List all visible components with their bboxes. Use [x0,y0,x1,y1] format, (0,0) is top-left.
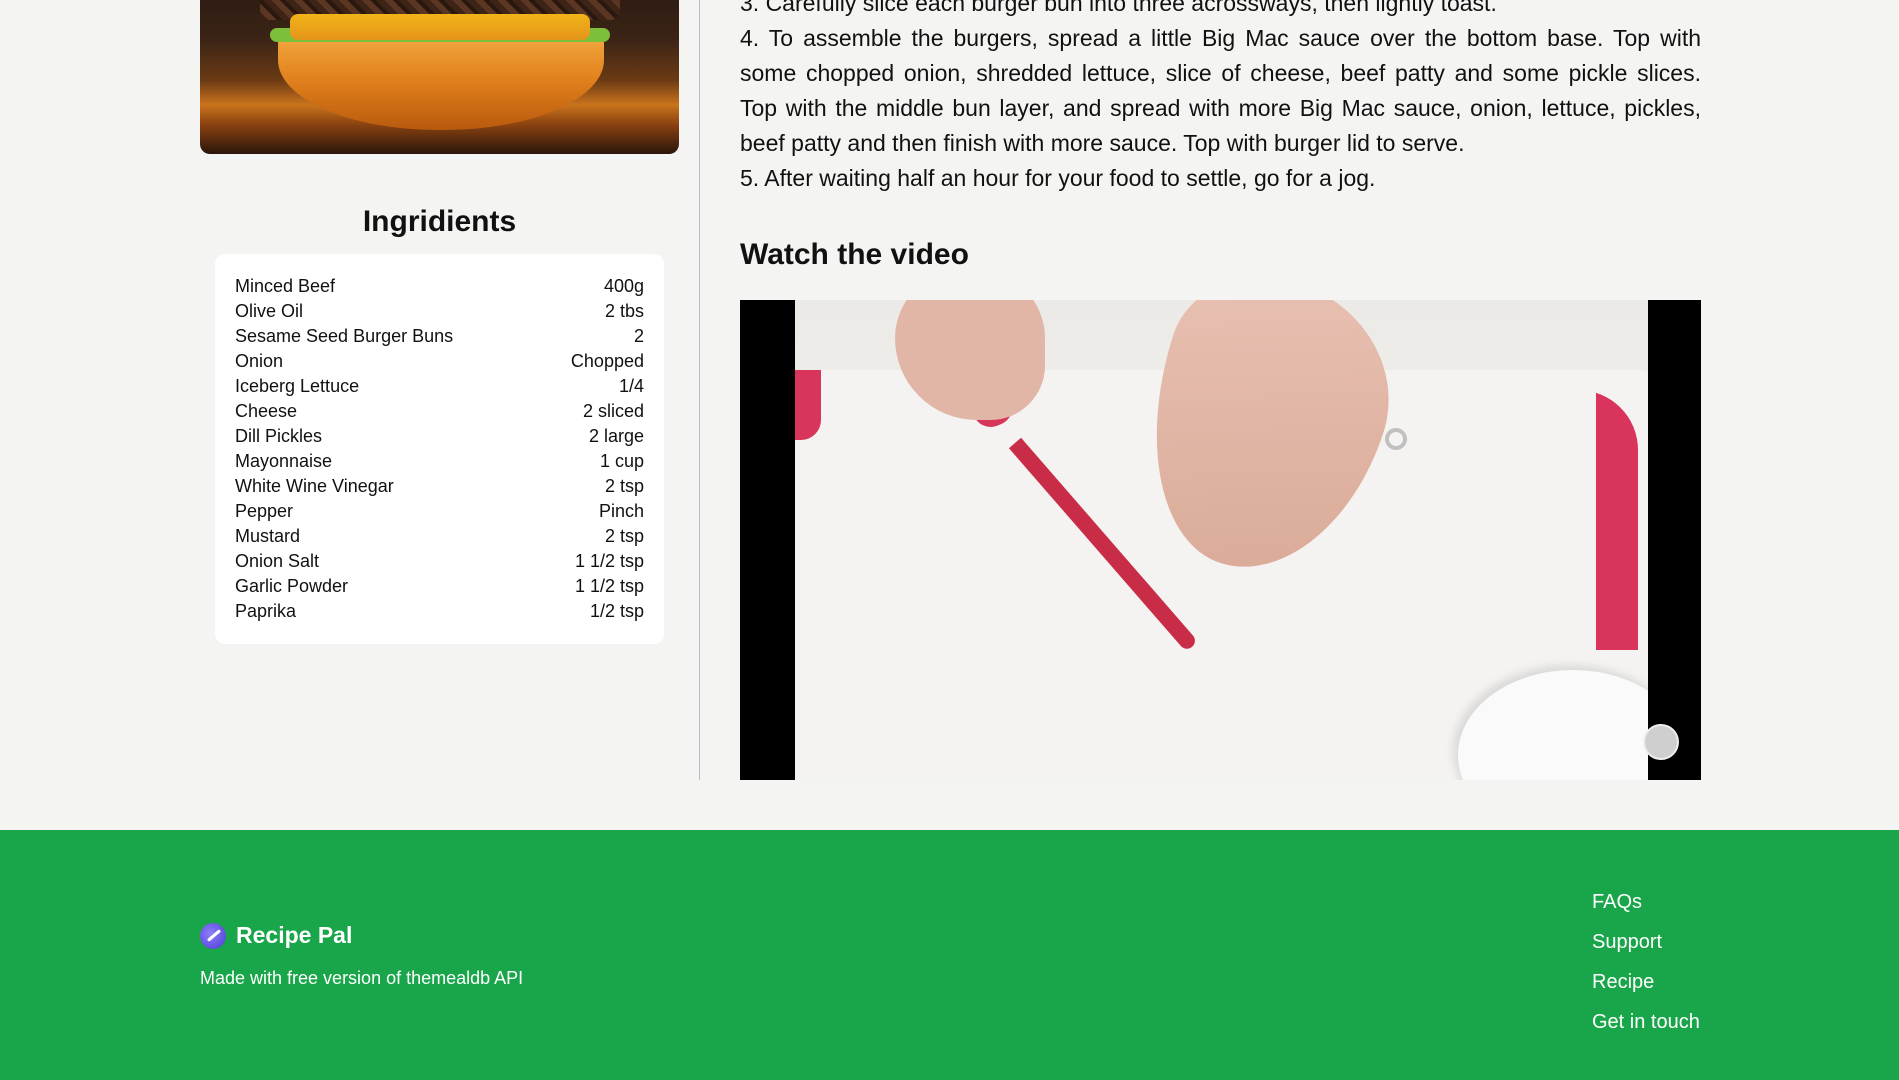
ingredient-name: Cheese [235,401,298,421]
ingredient-measure: Chopped [570,351,644,371]
ingredient-measure: 2 sliced [582,401,644,421]
ingredient-row: Olive Oil 2 tbs [235,299,644,324]
footer-nav: FAQs Support Recipe Get in touch [1592,882,1700,1042]
ingredient-name: Onion Salt [235,551,320,571]
ingredient-measure: 1/4 [618,376,644,396]
ingredient-name: Onion [235,351,284,371]
ingredient-name: Garlic Powder [235,576,349,596]
instruction-step: 5. After waiting half an hour for your f… [740,165,1376,191]
column-divider [699,0,700,780]
ingredient-measure: 400g [603,276,644,296]
burger-bun-graphic [278,42,604,130]
ingredient-measure: 2 tsp [604,526,644,546]
footer-link-faqs[interactable]: FAQs [1592,882,1700,922]
footer-tagline: Made with free version of themealdb API [200,968,524,988]
ring-graphic [1385,428,1407,450]
ingredient-name: Minced Beef [235,276,336,296]
ingredient-measure: 2 [633,326,644,346]
recipe-detail: Ingridients Minced Beef 400g Olive Oil 2 t… [0,0,1899,830]
video-player[interactable] [740,300,1701,780]
ingredient-row: Mayonnaise 1 cup [235,449,644,474]
footer-link-get-in-touch[interactable]: Get in touch [1592,1002,1700,1042]
instruction-step: 4. To assemble the burgers, spread a lit… [740,25,1701,156]
board-rim-graphic [795,370,821,440]
video-title: Watch the video [740,238,969,271]
ingredients-title: Ingridients [362,205,517,238]
channel-watermark-icon[interactable] [1643,724,1679,760]
ingredient-row: Dill Pickles 2 large [235,424,644,449]
site-footer: Recipe Pal Made with free version of the… [0,830,1899,1080]
burger-cheese-graphic [290,14,590,40]
ingredient-measure: Pinch [598,501,644,521]
ingredient-row: Paprika 1/2 tsp [235,599,644,624]
ingredient-name: Dill Pickles [235,426,323,446]
ingredient-row: Minced Beef 400g [235,274,644,299]
ingredient-name: Sesame Seed Burger Buns [235,326,454,346]
ingredient-name: White Wine Vinegar [235,476,394,496]
ingredient-name: Olive Oil [235,301,304,321]
ingredient-name: Paprika [235,601,297,621]
ingredient-measure: 1/2 tsp [589,601,644,621]
ingredient-measure: 1 1/2 tsp [574,551,644,571]
recipe-pal-logo-icon [200,922,226,949]
instruction-step: 3. Carefully slice each burger bun into … [740,0,1497,16]
footer-brand[interactable]: Recipe Pal [200,922,352,949]
ingredient-measure: 1 cup [599,451,644,471]
ingredient-row: Onion Salt 1 1/2 tsp [235,549,644,574]
instructions: 3. Carefully slice each burger bun into … [740,0,1701,196]
ingredient-row: Mustard 2 tsp [235,524,644,549]
ingredient-name: Mayonnaise [235,451,333,471]
recipe-image [200,0,679,154]
video-thumbnail[interactable] [795,300,1648,780]
brand-name: Recipe Pal [236,922,353,948]
ingredient-row: White Wine Vinegar 2 tsp [235,474,644,499]
ingredient-row: Sesame Seed Burger Buns 2 [235,324,644,349]
footer-link-support[interactable]: Support [1592,922,1700,962]
ingredient-measure: 1 1/2 tsp [574,576,644,596]
ingredient-row: Pepper Pinch [235,499,644,524]
ingredient-row: Garlic Powder 1 1/2 tsp [235,574,644,599]
ingredient-row: Iceberg Lettuce 1/4 [235,374,644,399]
ingredient-measure: 2 tbs [604,301,644,321]
ingredient-name: Mustard [235,526,301,546]
ingredient-row: Onion Chopped [235,349,644,374]
ingredient-name: Pepper [235,501,294,521]
ingredient-measure: 2 large [588,426,644,446]
footer-link-recipe[interactable]: Recipe [1592,962,1700,1002]
board-rim-graphic [1578,390,1638,650]
ingredients-list: Minced Beef 400g Olive Oil 2 tbs Sesame Se… [215,254,664,644]
ingredient-name: Iceberg Lettuce [235,376,360,396]
ingredient-measure: 2 tsp [604,476,644,496]
ingredient-row: Cheese 2 sliced [235,399,644,424]
